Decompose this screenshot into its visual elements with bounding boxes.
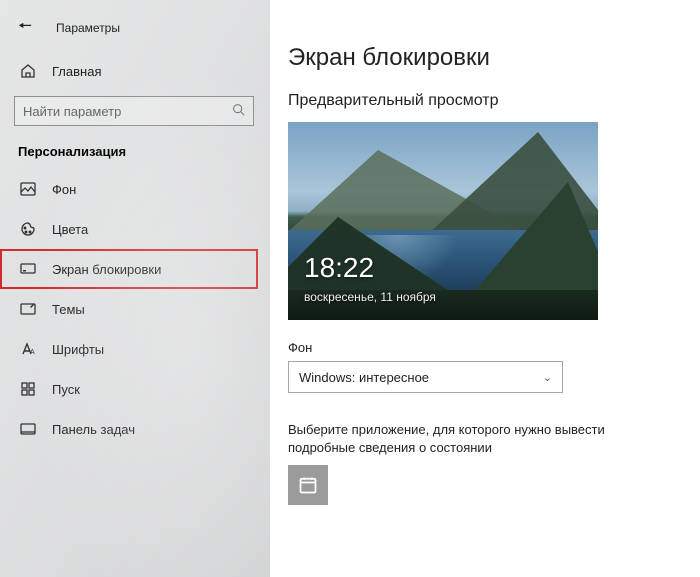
sidebar-item-label: Шрифты bbox=[52, 342, 104, 357]
lockscreen-icon bbox=[20, 261, 36, 277]
page-title: Экран блокировки bbox=[288, 44, 700, 72]
sidebar-item-fonts[interactable]: A Шрифты bbox=[0, 329, 270, 369]
window-title: Параметры bbox=[56, 21, 120, 35]
sidebar-item-start[interactable]: Пуск bbox=[0, 369, 270, 409]
preview-date: воскресенье, 11 ноября bbox=[304, 290, 436, 304]
palette-icon bbox=[20, 221, 36, 237]
sidebar-item-label: Фон bbox=[52, 182, 76, 197]
preview-time: 18:22 bbox=[304, 252, 374, 284]
sidebar-item-home[interactable]: Главная bbox=[0, 54, 270, 88]
calendar-icon bbox=[298, 475, 318, 495]
preview-heading: Предварительный просмотр bbox=[288, 92, 700, 110]
svg-text:A: A bbox=[30, 349, 35, 356]
home-label: Главная bbox=[52, 64, 101, 79]
sidebar-item-label: Темы bbox=[52, 302, 85, 317]
lockscreen-preview: 18:22 воскресенье, 11 ноября bbox=[288, 122, 598, 320]
section-heading: Персонализация bbox=[0, 138, 270, 169]
back-icon[interactable]: 🠔 bbox=[18, 15, 32, 42]
app-info-text: Выберите приложение, для которого нужно … bbox=[288, 421, 648, 457]
start-icon bbox=[20, 381, 36, 397]
sidebar-item-lockscreen[interactable]: Экран блокировки bbox=[0, 249, 258, 289]
sidebar-item-label: Экран блокировки bbox=[52, 262, 161, 277]
search-wrap bbox=[0, 88, 270, 138]
dropdown-value: Windows: интересное bbox=[299, 370, 429, 385]
search-input[interactable] bbox=[23, 104, 223, 119]
sidebar-item-taskbar[interactable]: Панель задач bbox=[0, 409, 270, 449]
taskbar-icon bbox=[20, 421, 36, 437]
font-icon: A bbox=[20, 341, 36, 357]
sidebar: 🠔 Параметры Главная Персонализация Фон Ц… bbox=[0, 0, 270, 577]
main-panel: Экран блокировки Предварительный просмот… bbox=[270, 0, 700, 577]
search-icon bbox=[232, 103, 245, 119]
sidebar-item-label: Цвета bbox=[52, 222, 88, 237]
background-dropdown[interactable]: Windows: интересное ⌄ bbox=[288, 361, 563, 393]
sidebar-item-label: Панель задач bbox=[52, 422, 135, 437]
detailed-status-app-tile[interactable] bbox=[288, 465, 328, 505]
search-box[interactable] bbox=[14, 96, 254, 126]
chevron-down-icon: ⌄ bbox=[543, 371, 552, 384]
sidebar-item-colors[interactable]: Цвета bbox=[0, 209, 270, 249]
sidebar-item-background[interactable]: Фон bbox=[0, 169, 270, 209]
title-row: 🠔 Параметры bbox=[0, 8, 270, 48]
image-icon bbox=[20, 181, 36, 197]
home-icon bbox=[20, 63, 36, 79]
theme-icon bbox=[20, 301, 36, 317]
sidebar-item-label: Пуск bbox=[52, 382, 80, 397]
sidebar-item-themes[interactable]: Темы bbox=[0, 289, 270, 329]
background-label: Фон bbox=[288, 340, 700, 355]
